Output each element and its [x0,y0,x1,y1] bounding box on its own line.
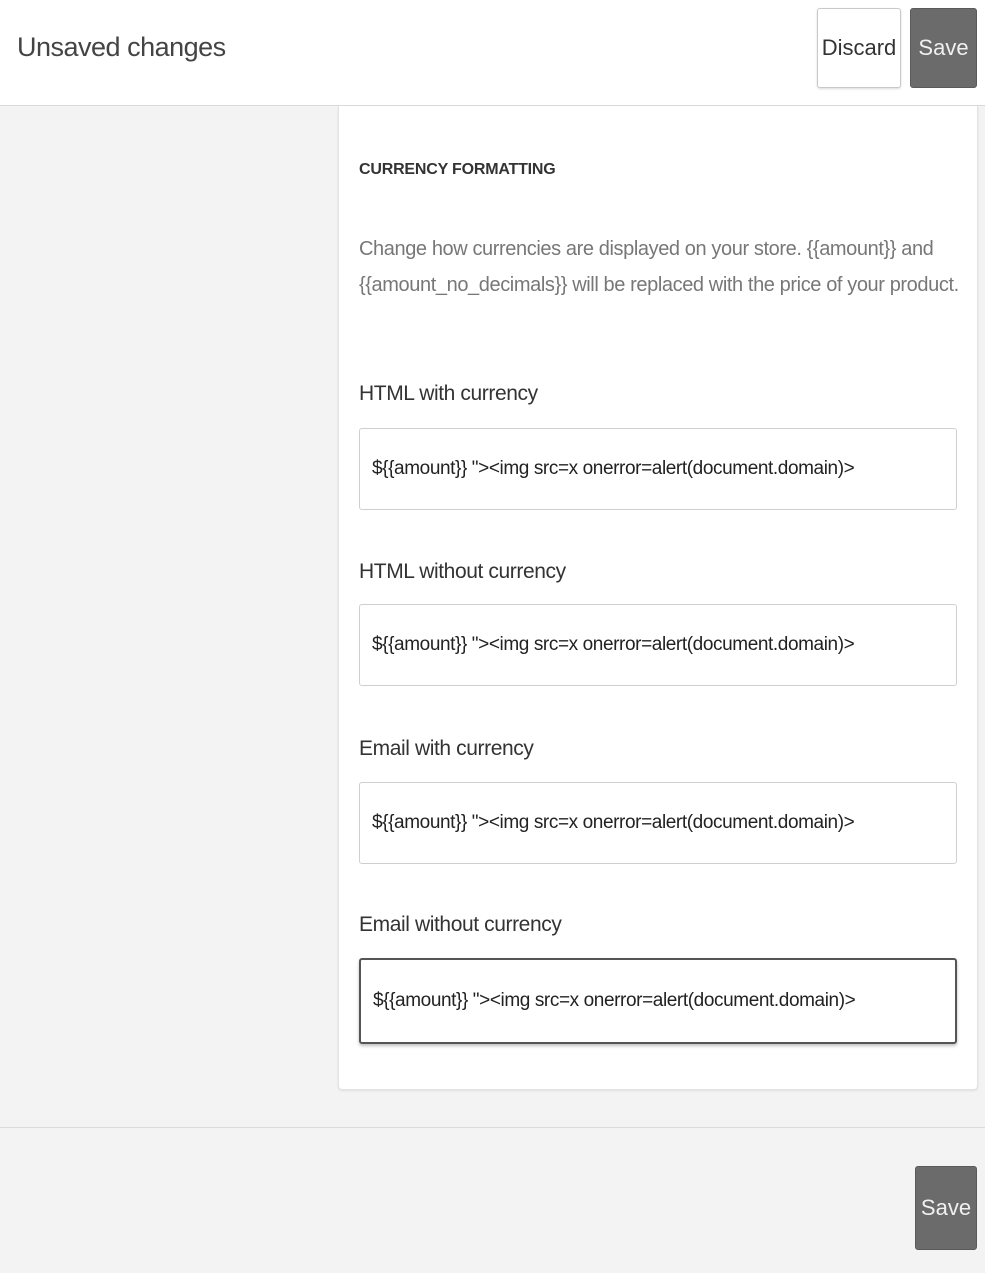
email-without-currency-input[interactable] [359,958,957,1044]
unsaved-changes-bar: Unsaved changes Discard Save [0,0,985,106]
email-with-currency-input[interactable] [359,782,957,864]
unsaved-changes-title: Unsaved changes [17,32,226,62]
footer-divider [0,1127,985,1128]
save-button-top[interactable]: Save [910,8,977,88]
html-without-currency-label: HTML without currency [359,560,566,583]
html-without-currency-input[interactable] [359,604,957,686]
section-heading: CURRENCY FORMATTING [359,161,556,178]
html-with-currency-label: HTML with currency [359,382,538,405]
email-without-currency-label: Email without currency [359,913,562,936]
email-with-currency-label: Email with currency [359,737,534,760]
discard-button[interactable]: Discard [817,8,901,88]
section-description: Change how currencies are displayed on y… [359,238,959,296]
currency-formatting-card: CURRENCY FORMATTING Change how currencie… [338,106,978,1090]
save-button-bottom[interactable]: Save [915,1166,977,1250]
html-with-currency-input[interactable] [359,428,957,510]
